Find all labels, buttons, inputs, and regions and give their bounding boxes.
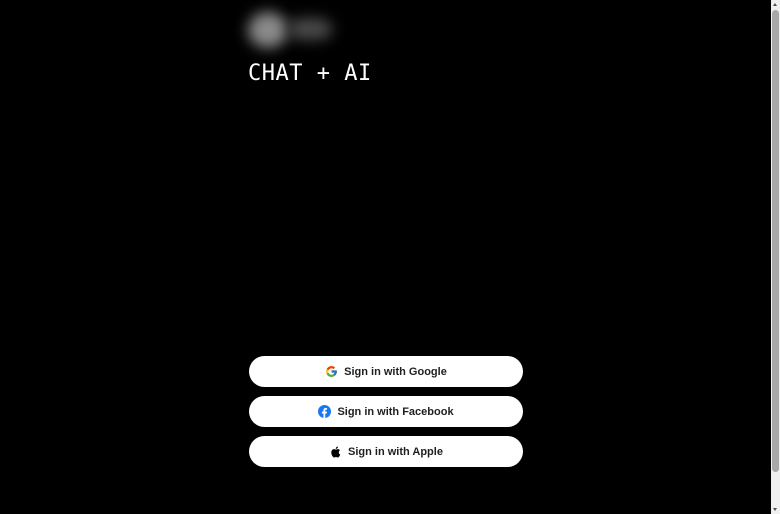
sign-in-google-button[interactable]: Sign in with Google	[249, 356, 523, 387]
scroll-down-arrow-icon[interactable]	[773, 508, 777, 511]
scroll-up-arrow-icon[interactable]	[773, 3, 777, 6]
apple-icon	[329, 445, 342, 458]
logo-blob	[248, 12, 288, 48]
vertical-scrollbar[interactable]	[771, 0, 780, 514]
app-title: CHAT + AI	[248, 61, 372, 86]
sign-in-google-label: Sign in with Google	[344, 365, 447, 378]
logo-blob	[288, 18, 332, 40]
sign-in-apple-button[interactable]: Sign in with Apple	[249, 436, 523, 467]
sign-in-facebook-button[interactable]: Sign in with Facebook	[249, 396, 523, 427]
google-icon	[325, 365, 338, 378]
login-page: CHAT + AI Sign in with Google Sign in wi…	[0, 0, 771, 514]
app-logo	[244, 8, 336, 48]
sign-in-facebook-label: Sign in with Facebook	[337, 405, 454, 418]
facebook-icon	[318, 405, 332, 418]
sign-in-apple-label: Sign in with Apple	[348, 445, 443, 458]
scrollbar-thumb[interactable]	[772, 10, 779, 472]
